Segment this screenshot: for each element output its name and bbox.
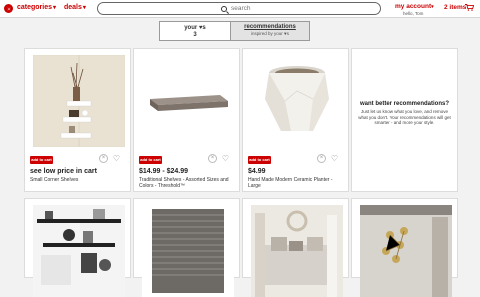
product-price: $14.99 - $24.99 [139, 168, 189, 175]
product-card[interactable]: add to cart × ♡ see low price in cart Sm… [24, 48, 131, 192]
account-greeting: hello, Tom [403, 11, 424, 16]
dismiss-x-icon[interactable]: × [99, 154, 108, 163]
product-description[interactable]: Hand Made Modern Ceramic Planter - Large [248, 177, 344, 189]
search-bar[interactable] [97, 2, 381, 15]
product-price: $4.99 [248, 168, 266, 175]
tab-recommendations[interactable]: recommendations inspired by your ♥s [231, 21, 310, 41]
product-image[interactable] [33, 205, 125, 297]
better-recommendations-body: Just let us know what you love, and remo… [358, 109, 451, 125]
categories-menu[interactable]: categories▾ [17, 4, 56, 11]
heart-icon[interactable]: ♡ [112, 154, 121, 163]
better-recommendations-message: want better recommendations? Just let us… [352, 101, 457, 126]
recommendations-subtitle: inspired by your ♥s [251, 31, 289, 36]
search-icon[interactable] [221, 5, 227, 12]
product-image[interactable] [142, 55, 234, 147]
better-recommendations-title: want better recommendations? [359, 101, 449, 107]
cart-icon[interactable] [465, 4, 474, 11]
account-label: my account [395, 3, 432, 10]
add-to-cart-button[interactable]: add to cart [248, 156, 271, 164]
product-card[interactable]: add to cart × ♡ $14.99 - $24.99 Traditio… [133, 48, 240, 192]
search-input[interactable] [231, 4, 311, 12]
product-card[interactable] [24, 198, 131, 297]
top-navigation-bar: categories▾ deals▾ my account▾ hello, To… [0, 0, 480, 18]
heart-icon[interactable]: ♡ [330, 154, 339, 163]
product-image[interactable] [33, 55, 125, 147]
product-card[interactable] [351, 198, 458, 297]
tab-your-hearts[interactable]: your ♥s 3 [159, 21, 231, 41]
heart-icon[interactable]: ♡ [221, 154, 230, 163]
chevron-down-icon: ▾ [53, 5, 57, 11]
your-hearts-count: 3 [193, 32, 197, 38]
product-card[interactable] [242, 198, 349, 297]
deals-menu[interactable]: deals▾ [64, 4, 86, 11]
product-image[interactable] [360, 205, 452, 297]
add-to-cart-button[interactable]: add to cart [139, 156, 162, 164]
dismiss-x-icon[interactable]: × [208, 154, 217, 163]
add-to-cart-button[interactable]: add to cart [30, 156, 53, 164]
categories-label: categories [17, 4, 53, 11]
recommendations-label: recommendations [244, 24, 296, 30]
dismiss-x-icon[interactable]: × [317, 154, 326, 163]
product-card[interactable]: add to cart × ♡ $4.99 Hand Made Modern C… [242, 48, 349, 192]
product-image[interactable] [251, 205, 343, 297]
product-card[interactable] [133, 198, 240, 297]
better-recommendations-card: want better recommendations? Just let us… [351, 48, 458, 192]
product-image[interactable] [251, 55, 343, 147]
product-description[interactable]: Traditional Shelves - Assorted Sizes and… [139, 177, 235, 189]
my-account-menu[interactable]: my account▾ hello, Tom [395, 3, 434, 16]
product-image[interactable] [142, 205, 234, 297]
cart-items-count[interactable]: 2 items [444, 4, 466, 11]
deals-label: deals [64, 4, 82, 11]
target-logo[interactable] [4, 4, 13, 13]
chevron-down-icon: ▾ [82, 5, 86, 11]
chevron-down-icon: ▾ [431, 4, 434, 10]
product-price: see low price in cart [30, 168, 97, 175]
product-description[interactable]: Small Corner Shelves [30, 177, 126, 183]
your-hearts-label: your ♥s [184, 25, 206, 31]
hearts-tabs: your ♥s 3 recommendations inspired by yo… [159, 21, 310, 41]
